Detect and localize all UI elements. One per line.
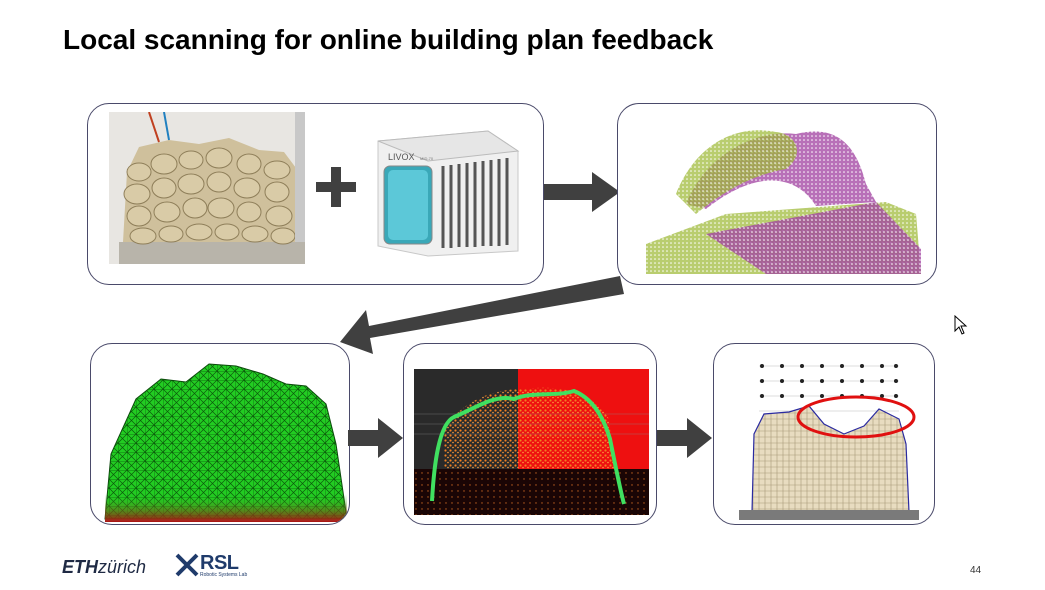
panel-mesh [90,343,350,525]
slide-title: Local scanning for online building plan … [63,24,714,55]
panel-plan-feedback [713,343,935,525]
plan-comparison-image [739,364,919,520]
arrow-right-icon [544,172,620,212]
arrow-right-icon [657,418,712,458]
panel-input: LIVOX MID-70 [87,103,544,285]
mesh-image [104,363,348,522]
eth-logo-bold: ETH [62,557,98,577]
rsl-logo-icon [175,553,199,577]
mouse-cursor-icon [954,315,968,335]
plus-icon [316,167,356,207]
eth-logo-rest: zürich [98,557,147,577]
page-number: 44 [970,565,982,576]
livox-model-label: MID-70 [420,156,434,161]
panel-point-cloud [617,103,937,285]
stone-wall-photo [109,112,305,264]
livox-sensor-image: LIVOX MID-70 [377,130,520,257]
point-cloud-image [646,130,921,274]
segmentation-image [414,369,649,515]
rsl-logo-subtitle: Robotic Systems Lab [200,572,248,578]
arrow-right-icon [348,418,403,458]
panel-segmentation [403,343,657,525]
eth-zurich-logo: ETHzürich [62,557,146,578]
livox-brand-label: LIVOX [388,152,415,162]
